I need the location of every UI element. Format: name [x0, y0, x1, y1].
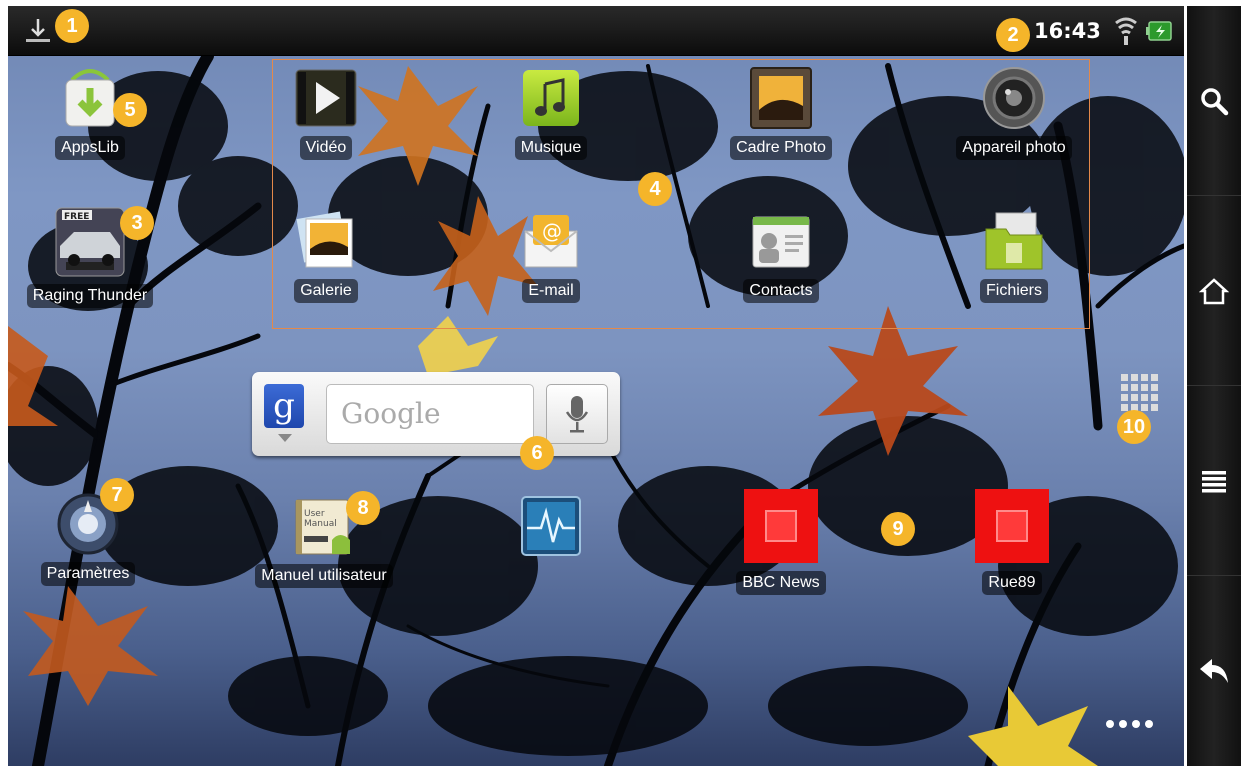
app-label: Manuel utilisateur: [255, 564, 393, 588]
app-system-monitor[interactable]: [481, 494, 621, 558]
app-galerie[interactable]: Galerie: [256, 209, 396, 307]
battery-charging-icon: [1146, 20, 1174, 46]
files-icon: [982, 209, 1046, 273]
voice-search-button[interactable]: [546, 384, 608, 444]
app-label: Fichiers: [979, 279, 1048, 303]
rss-widget-icon: [742, 487, 820, 565]
app-contacts[interactable]: Contacts: [711, 209, 851, 307]
system-monitor-icon: [519, 494, 583, 558]
search-input[interactable]: Google: [326, 384, 534, 444]
wifi-icon: [1114, 15, 1138, 51]
svg-text:@: @: [542, 219, 562, 243]
app-label: Paramètres: [40, 562, 136, 586]
callout-badge: 10: [1117, 410, 1151, 444]
callout-badge: 3: [120, 206, 154, 240]
app-label: AppsLib: [55, 136, 125, 160]
system-navigation-bar: [1187, 6, 1241, 766]
search-button[interactable]: [1187, 6, 1241, 196]
gallery-icon: [294, 209, 358, 273]
app-drawer-grid-icon[interactable]: [1121, 374, 1161, 414]
home-button[interactable]: [1187, 196, 1241, 386]
app-label: Vidéo: [299, 136, 353, 160]
app-label: E-mail: [522, 279, 580, 303]
callout-badge: 8: [346, 491, 380, 525]
callout-badge: 5: [113, 93, 147, 127]
search-icon: [1201, 87, 1229, 115]
google-logo-button[interactable]: g: [264, 384, 304, 428]
app-parametres[interactable]: Paramètres: [18, 492, 158, 590]
appslib-icon: [58, 66, 122, 130]
home-icon: [1199, 277, 1229, 304]
svg-text:Manual: Manual: [304, 519, 337, 529]
callout-badge: 6: [520, 436, 554, 470]
callout-badge: 9: [881, 512, 915, 546]
back-button[interactable]: [1187, 576, 1241, 766]
device-frame: 16:43 AppsLib FREE Raging Thunder Vidéo …: [0, 0, 1245, 773]
contacts-icon: [749, 209, 813, 273]
google-logo-text: g: [273, 386, 295, 426]
video-icon: [294, 66, 358, 130]
app-label: BBC News: [736, 571, 826, 595]
email-icon: @: [519, 209, 583, 273]
app-label: Appareil photo: [956, 136, 1072, 160]
dropdown-arrow-icon: [278, 434, 292, 442]
app-cadre-photo[interactable]: Cadre Photo: [711, 66, 851, 164]
search-placeholder: Google: [341, 397, 441, 430]
app-label: Contacts: [743, 279, 819, 303]
app-label: Cadre Photo: [730, 136, 832, 160]
rss-widget-icon: [973, 487, 1051, 565]
app-label: Galerie: [294, 279, 358, 303]
callout-badge: 1: [55, 9, 89, 43]
app-musique[interactable]: Musique: [481, 66, 621, 164]
app-bbc-news[interactable]: BBC News: [711, 487, 851, 599]
google-search-widget: g Google: [252, 372, 620, 456]
app-label: Raging Thunder: [26, 284, 154, 308]
page-indicator-dots: [1106, 720, 1153, 728]
svg-text:User: User: [304, 509, 325, 519]
callout-badge: 7: [100, 478, 134, 512]
callout-badge: 2: [996, 18, 1030, 52]
home-screen: 16:43 AppsLib FREE Raging Thunder Vidéo …: [8, 6, 1184, 766]
menu-button[interactable]: [1187, 386, 1241, 576]
app-label: Musique: [514, 136, 588, 160]
back-icon: [1200, 659, 1228, 683]
menu-icon: [1202, 470, 1226, 492]
raging-thunder-icon: FREE: [54, 206, 126, 278]
svg-text:FREE: FREE: [64, 212, 89, 222]
app-email[interactable]: @ E-mail: [481, 209, 621, 307]
app-fichiers[interactable]: Fichiers: [944, 209, 1084, 307]
music-icon: [519, 66, 583, 130]
camera-icon: [982, 66, 1046, 130]
app-appareil-photo[interactable]: Appareil photo: [944, 66, 1084, 164]
microphone-icon: [565, 396, 589, 433]
photo-frame-icon: [749, 66, 813, 130]
download-notification-icon[interactable]: [22, 16, 54, 50]
app-label: Rue89: [982, 571, 1042, 595]
callout-badge: 4: [638, 172, 672, 206]
app-rue89[interactable]: Rue89: [942, 487, 1082, 599]
clock: 16:43: [1034, 19, 1101, 43]
app-video[interactable]: Vidéo: [256, 66, 396, 164]
